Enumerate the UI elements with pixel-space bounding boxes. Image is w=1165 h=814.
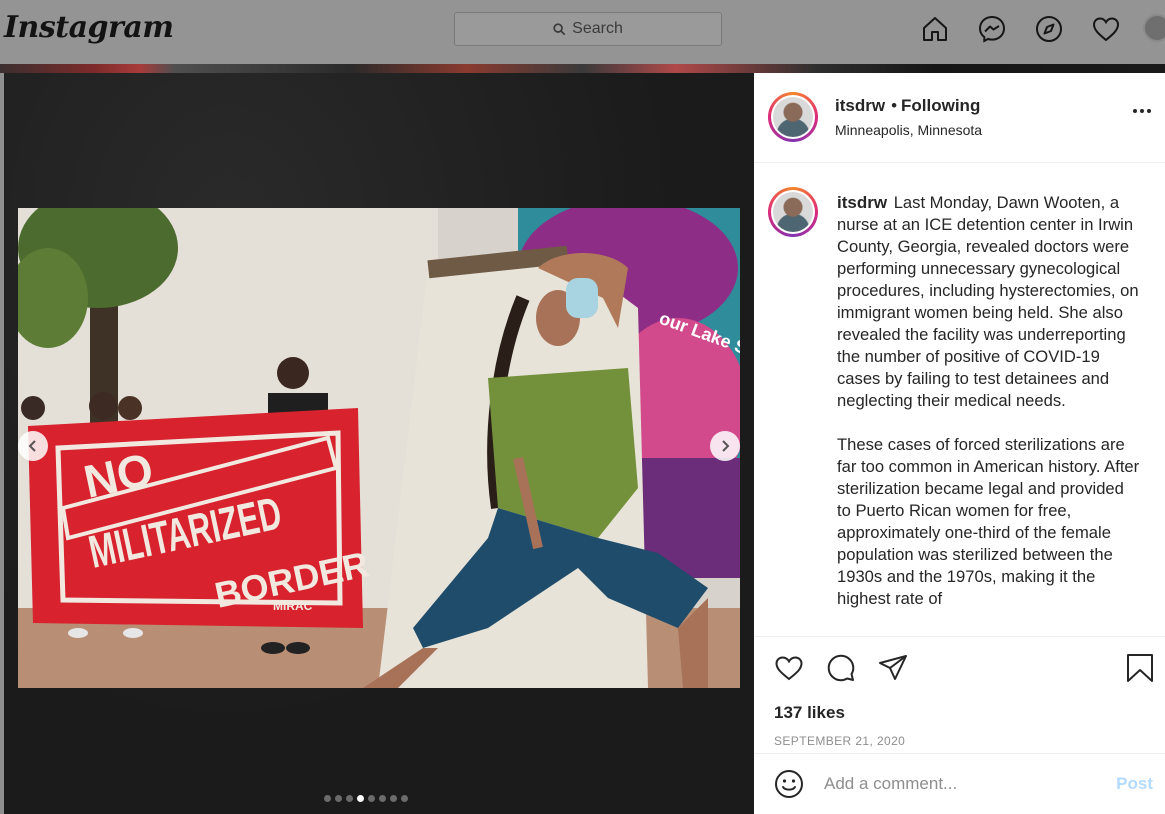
author-username[interactable]: itsdrw bbox=[835, 96, 885, 115]
home-icon[interactable] bbox=[920, 14, 950, 44]
profile-avatar[interactable] bbox=[1143, 14, 1165, 42]
carousel-dots bbox=[324, 795, 408, 802]
nav-icons bbox=[920, 14, 1165, 44]
carousel-dot bbox=[390, 795, 397, 802]
carousel-dot bbox=[324, 795, 331, 802]
carousel-dot bbox=[335, 795, 342, 802]
caption-paragraph-1: Last Monday, Dawn Wooten, a nurse at an … bbox=[837, 193, 1139, 410]
comment-icon[interactable] bbox=[826, 653, 856, 683]
carousel-dot bbox=[357, 795, 364, 802]
separator-dot: • bbox=[891, 96, 898, 115]
more-options-icon[interactable] bbox=[1133, 109, 1151, 113]
author-line: itsdrw • Following bbox=[835, 96, 980, 116]
post-side-panel: itsdrw • Following Minneapolis, Minnesota … bbox=[754, 73, 1165, 814]
like-heart-icon[interactable] bbox=[774, 653, 804, 683]
carousel-next-button[interactable] bbox=[710, 431, 740, 461]
search-placeholder: Search bbox=[572, 20, 623, 37]
share-icon[interactable] bbox=[878, 653, 908, 683]
post-modal: our Lake Street loves NO MILITARIZED BOR… bbox=[4, 73, 1165, 814]
post-location[interactable]: Minneapolis, Minnesota bbox=[835, 122, 982, 138]
instagram-logo[interactable]: Instagram bbox=[4, 10, 174, 45]
post-caption: itsdrw Last Monday, Dawn Wooten, a nurse… bbox=[837, 192, 1142, 632]
post-actions: 137 likes SEPTEMBER 21, 2020 bbox=[754, 636, 1165, 754]
bookmark-icon[interactable] bbox=[1125, 653, 1155, 683]
carousel-dot bbox=[379, 795, 386, 802]
post-date[interactable]: SEPTEMBER 21, 2020 bbox=[774, 734, 905, 748]
post-comment-button[interactable]: Post bbox=[1116, 774, 1153, 794]
comment-input[interactable]: Add a comment... bbox=[824, 774, 1116, 794]
explore-icon[interactable] bbox=[1034, 14, 1064, 44]
caption-author-avatar[interactable] bbox=[768, 187, 818, 237]
banner-text-mirac: MIRAC bbox=[273, 599, 313, 613]
following-button[interactable]: Following bbox=[901, 96, 980, 115]
emoji-icon[interactable] bbox=[774, 769, 804, 799]
caption-paragraph-2: These cases of forced sterilizations are… bbox=[837, 435, 1140, 608]
caption-username[interactable]: itsdrw bbox=[837, 193, 887, 212]
carousel-dot bbox=[401, 795, 408, 802]
likes-count[interactable]: 137 likes bbox=[774, 703, 845, 723]
feed-background-strip bbox=[0, 64, 1165, 73]
author-avatar[interactable] bbox=[768, 92, 818, 142]
comment-bar: Add a comment... Post bbox=[754, 754, 1165, 814]
chevron-left-icon bbox=[28, 440, 36, 452]
carousel-dot bbox=[368, 795, 375, 802]
messenger-icon[interactable] bbox=[977, 14, 1007, 44]
top-nav: Instagram Search bbox=[0, 0, 1165, 64]
post-photo: our Lake Street loves NO MILITARIZED BOR… bbox=[18, 208, 740, 688]
post-media: our Lake Street loves NO MILITARIZED BOR… bbox=[4, 73, 754, 814]
caption-scroll-area[interactable]: itsdrw Last Monday, Dawn Wooten, a nurse… bbox=[754, 163, 1165, 636]
post-header: itsdrw • Following Minneapolis, Minnesota bbox=[754, 73, 1165, 163]
search-input[interactable]: Search bbox=[454, 12, 722, 46]
chevron-right-icon bbox=[722, 440, 730, 452]
heart-icon[interactable] bbox=[1091, 14, 1121, 44]
search-icon bbox=[553, 22, 566, 35]
action-icons bbox=[774, 653, 908, 683]
carousel-dot bbox=[346, 795, 353, 802]
carousel-prev-button[interactable] bbox=[18, 431, 48, 461]
